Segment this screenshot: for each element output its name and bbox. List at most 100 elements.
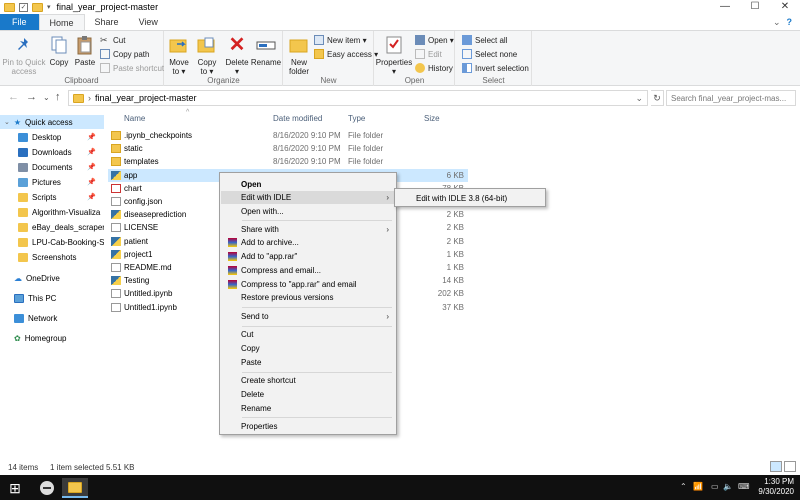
menu-share-with[interactable]: Share with › [221, 223, 397, 236]
menu-create-shortcut[interactable]: Create shortcut [221, 374, 397, 387]
select-all-button[interactable]: Select all [462, 35, 507, 45]
battery-icon[interactable]: ▭ [711, 482, 719, 491]
menu-open[interactable]: Open [221, 178, 397, 191]
breadcrumb[interactable]: final_year_project-master [95, 93, 197, 103]
delete-button[interactable]: ✕ Delete ▾ [225, 34, 249, 77]
history-button[interactable]: History [415, 63, 453, 73]
customize-dropdown-icon[interactable]: ▾ [47, 3, 51, 11]
pin-icon[interactable]: 📌 [87, 178, 96, 186]
volume-icon[interactable]: 🔈 [723, 482, 733, 491]
menu-rename[interactable]: Rename [221, 402, 397, 415]
menu-add-to-rar[interactable]: Add to "app.rar" [221, 250, 397, 263]
pin-to-quick-access-button[interactable]: Pin to Quick access [2, 34, 46, 76]
paste-shortcut-button[interactable]: Paste shortcut [100, 63, 164, 73]
pin-icon[interactable]: 📌 [87, 193, 96, 201]
wifi-icon[interactable]: 📶 [693, 482, 703, 491]
large-icons-view-icon[interactable] [784, 461, 796, 472]
tab-home[interactable]: Home [38, 14, 85, 30]
nav-homegroup[interactable]: ✿ Homegroup [0, 331, 104, 345]
table-row[interactable]: static 8/16/2020 9:10 PM File folder [108, 142, 468, 155]
open-group-label: Open [404, 76, 425, 85]
easy-access-button[interactable]: Easy access ▾ [314, 49, 378, 59]
address-dropdown-icon[interactable]: ⌄ [635, 93, 647, 104]
recent-locations-chevron-icon[interactable]: ⌄ [43, 93, 50, 102]
invert-selection-button[interactable]: Invert selection [462, 63, 529, 73]
breadcrumb-chevron-icon[interactable]: › [88, 93, 91, 103]
tab-share[interactable]: Share [85, 14, 129, 30]
menu-send-to[interactable]: Send to › [221, 310, 397, 323]
pin-icon[interactable]: 📌 [87, 148, 96, 156]
address-bar[interactable]: › final_year_project-master ⌄ [68, 90, 648, 106]
python-app-icon[interactable] [34, 478, 60, 498]
new-folder-quick-icon[interactable] [32, 2, 43, 12]
pin-icon[interactable]: 📌 [87, 133, 96, 141]
column-type[interactable]: Type [348, 114, 365, 123]
copy-path-button[interactable]: Copy path [100, 49, 149, 59]
forward-arrow-icon[interactable]: → [26, 91, 37, 103]
column-size[interactable]: Size [424, 114, 440, 123]
collapse-ribbon-icon[interactable]: ⌄ [773, 17, 781, 28]
file-explorer-icon[interactable] [62, 478, 88, 498]
refresh-icon[interactable]: ↻ [651, 90, 664, 106]
up-arrow-icon[interactable]: ↑ [55, 91, 61, 103]
menu-compress-rar-email[interactable]: Compress to "app.rar" and email [221, 278, 397, 291]
open-button[interactable]: Open ▾ [415, 35, 454, 45]
properties-button[interactable]: Properties ▾ [376, 34, 412, 76]
menu-copy[interactable]: Copy [221, 342, 397, 355]
nav-quick-access[interactable]: ⌄ ★ Quick access [0, 115, 104, 129]
copy-to-button[interactable]: Copy to ▾ [195, 34, 219, 76]
nav-network[interactable]: Network [0, 311, 104, 325]
nav-this-pc[interactable]: This PC [0, 291, 104, 305]
paste-button[interactable]: Paste [74, 34, 96, 67]
new-item-button[interactable]: New item ▾ [314, 35, 367, 45]
table-row[interactable]: templates 8/16/2020 9:10 PM File folder [108, 155, 468, 168]
tab-file[interactable]: File [0, 14, 39, 30]
nav-documents[interactable]: Documents 📌 [0, 160, 104, 174]
properties-quick-icon[interactable]: ✓ [19, 2, 28, 12]
nav-algorithm-visualiza[interactable]: Algorithm-Visualiza [0, 205, 104, 219]
menu-edit-with-idle[interactable]: Edit with IDLE › [221, 191, 397, 204]
minimize-icon[interactable]: — [710, 0, 740, 14]
maximize-icon[interactable]: ☐ [740, 0, 770, 14]
rename-button[interactable]: Rename [251, 34, 281, 67]
menu-delete[interactable]: Delete [221, 388, 397, 401]
cut-button[interactable]: ✂ Cut [100, 35, 125, 45]
copy-button[interactable]: Copy [48, 34, 70, 67]
tray-overflow-icon[interactable]: ⌃ [680, 482, 687, 491]
search-input[interactable]: Search final_year_project-mas... [666, 90, 796, 106]
details-view-icon[interactable] [770, 461, 782, 472]
tab-view[interactable]: View [129, 14, 168, 30]
nav-lpu-cab-booking[interactable]: LPU-Cab-Booking-S [0, 235, 104, 249]
nav-desktop[interactable]: Desktop 📌 [0, 130, 104, 144]
menu-properties[interactable]: Properties [221, 420, 397, 433]
menu-add-to-archive[interactable]: Add to archive... [221, 236, 397, 249]
nav-ebay-deals[interactable]: eBay_deals_scraper- [0, 220, 104, 234]
nav-downloads[interactable]: Downloads 📌 [0, 145, 104, 159]
menu-restore-previous-versions[interactable]: Restore previous versions [221, 291, 397, 304]
back-arrow-icon[interactable]: ← [8, 91, 19, 103]
menu-open-with[interactable]: Open with... [221, 205, 397, 218]
close-icon[interactable]: ✕ [770, 0, 800, 14]
select-none-button[interactable]: Select none [462, 49, 517, 59]
nav-scripts[interactable]: Scripts 📌 [0, 190, 104, 204]
menu-paste[interactable]: Paste [221, 356, 397, 369]
column-date-modified[interactable]: Date modified [273, 114, 322, 123]
menu-cut[interactable]: Cut [221, 328, 397, 341]
edit-button[interactable]: Edit [415, 49, 442, 59]
submenu-edit-idle-38[interactable]: Edit with IDLE 3.8 (64-bit) [396, 192, 546, 205]
nav-onedrive[interactable]: ☁ OneDrive [0, 271, 104, 285]
clock[interactable]: 1:30 PM 9/30/2020 [758, 477, 794, 497]
table-row[interactable]: .ipynb_checkpoints 8/16/2020 9:10 PM File … [108, 129, 468, 142]
windows-start-icon[interactable]: ⊞ [2, 478, 28, 498]
properties-icon [383, 34, 405, 56]
nav-screenshots[interactable]: Screenshots [0, 250, 104, 264]
chevron-down-icon[interactable]: ⌄ [4, 118, 10, 126]
keyboard-icon[interactable]: ⌨ [738, 482, 750, 491]
nav-pictures[interactable]: Pictures 📌 [0, 175, 104, 189]
help-icon[interactable]: ? [787, 17, 793, 27]
column-name[interactable]: Name [124, 114, 145, 123]
menu-compress-and-email[interactable]: Compress and email... [221, 264, 397, 277]
move-to-button[interactable]: Move to ▾ [167, 34, 191, 76]
pin-icon[interactable]: 📌 [87, 163, 96, 171]
new-folder-button[interactable]: New folder [286, 34, 312, 76]
